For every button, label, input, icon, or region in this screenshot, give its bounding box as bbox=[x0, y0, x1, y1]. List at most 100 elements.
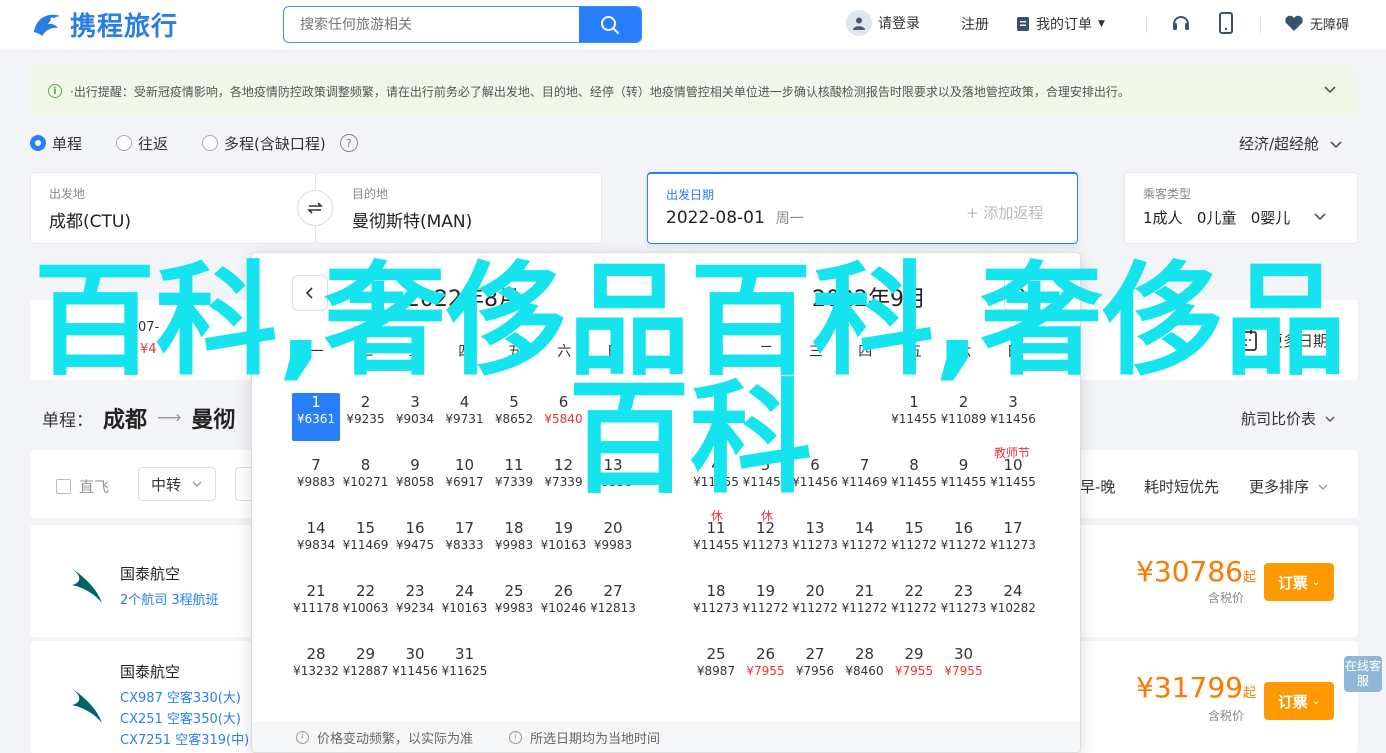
radio-round-trip[interactable]: 往返 bbox=[116, 133, 168, 154]
airline-compare-link[interactable]: 航司比价表 bbox=[1241, 408, 1336, 429]
calendar-day[interactable]: 20 ¥9983 bbox=[589, 519, 637, 567]
sort-more-label: 更多排序 bbox=[1249, 478, 1310, 496]
day-number: 1 bbox=[909, 393, 919, 411]
flight-segment[interactable]: CX7251 空客319(中) bbox=[120, 729, 249, 748]
day-number: 2 bbox=[958, 393, 969, 411]
day-number: 4 bbox=[711, 456, 721, 474]
day-number: 6 bbox=[810, 456, 820, 474]
help-icon[interactable]: ? bbox=[339, 134, 358, 152]
add-return-button[interactable]: + 添加返程 bbox=[966, 202, 1043, 223]
field-label: 目的地 bbox=[352, 187, 389, 201]
ctrip-logo[interactable]: 携程旅行 bbox=[30, 6, 178, 43]
rest-tag: 休 bbox=[761, 509, 774, 523]
swap-cities-button[interactable] bbox=[297, 190, 333, 226]
weekday: 二 bbox=[759, 344, 774, 360]
day-number: 27 bbox=[603, 582, 623, 600]
swap-arrows-icon bbox=[307, 202, 323, 214]
phone-icon bbox=[1219, 12, 1233, 34]
login-label: 请登录 bbox=[878, 16, 920, 32]
chevron-down-icon bbox=[1318, 483, 1328, 490]
arrow-right-icon: ⟶ bbox=[157, 408, 182, 428]
field-value: 1成人 0儿童 0婴儿 bbox=[1143, 209, 1291, 227]
cathay-logo-icon bbox=[70, 687, 102, 723]
day-number: 12 bbox=[553, 456, 574, 474]
transfer-filter[interactable]: 中转 bbox=[138, 467, 217, 501]
online-service-tab[interactable]: 在线客服 bbox=[1344, 656, 1382, 692]
sort-shortest[interactable]: 耗时短优先 bbox=[1144, 476, 1219, 497]
route-to: 曼彻 bbox=[191, 408, 236, 433]
day-number: 20 bbox=[805, 582, 825, 600]
departure-date-field[interactable]: 出发日期 2022-08-01 周一 + 添加返程 bbox=[647, 172, 1078, 244]
calendar-day[interactable]: 3 ¥11456 bbox=[989, 393, 1037, 441]
calendar-day[interactable]: 17 ¥11273 bbox=[989, 519, 1037, 567]
weekday: 三 bbox=[408, 344, 423, 360]
day-number: 16 bbox=[953, 519, 974, 537]
day-number: 30 bbox=[953, 645, 974, 663]
strip-date[interactable]: 07- bbox=[138, 320, 159, 335]
prev-month-button[interactable] bbox=[292, 275, 328, 311]
radio-multi-city[interactable]: 多程(含缺口程) bbox=[202, 133, 326, 154]
my-orders-menu[interactable]: 我的订单 ▼ bbox=[1016, 14, 1105, 34]
register-link[interactable]: 注册 bbox=[961, 14, 989, 34]
book-button[interactable]: 订票 ⌄ bbox=[1264, 563, 1334, 601]
more-dates-button[interactable]: 更多日期 bbox=[1234, 328, 1328, 352]
day-number: 23 bbox=[405, 582, 425, 600]
calendar-day[interactable]: 30 ¥7955 bbox=[940, 645, 988, 693]
day-number: 24 bbox=[1003, 582, 1023, 600]
top-header: 携程旅行 请登录 注册 我的订单 ▼ 无障碍 bbox=[0, 0, 1386, 50]
dolphin-logo-icon bbox=[34, 14, 60, 36]
search-icon bbox=[601, 15, 620, 34]
tax-note: 含税价 bbox=[1207, 591, 1244, 605]
calendar-day[interactable]: 10 ¥11455 bbox=[989, 456, 1037, 504]
search-input[interactable] bbox=[284, 7, 580, 42]
calendar-day[interactable]: 27 ¥12813 bbox=[589, 582, 637, 630]
day-number: 28 bbox=[854, 645, 875, 663]
direct-only-checkbox[interactable]: 直飞 bbox=[56, 476, 109, 497]
flight-segment[interactable]: CX251 空客350(大) bbox=[120, 708, 241, 727]
day-number: 22 bbox=[904, 582, 924, 600]
day-price: ¥12813 bbox=[590, 601, 636, 615]
next-month-button[interactable] bbox=[1004, 275, 1040, 311]
day-number: 1 bbox=[311, 393, 321, 411]
airline-detail[interactable]: 2个航司 3程航班 bbox=[120, 589, 219, 608]
calendar-day[interactable]: 6 ¥5840 bbox=[540, 393, 588, 441]
radio-label: 往返 bbox=[138, 134, 169, 153]
day-price: ¥11456 bbox=[990, 412, 1036, 426]
mobile-app-button[interactable] bbox=[1218, 12, 1234, 34]
field-label: 乘客类型 bbox=[1143, 187, 1192, 201]
passenger-type-field[interactable]: 乘客类型 1成人 0儿童 0婴儿 bbox=[1124, 172, 1358, 244]
weekday: 五 bbox=[907, 344, 922, 360]
strip-price: ¥4 bbox=[140, 342, 157, 357]
info-icon: i bbox=[296, 730, 309, 744]
day-number: 14 bbox=[306, 519, 326, 537]
order-icon bbox=[1017, 17, 1029, 31]
day-number: 14 bbox=[854, 519, 875, 537]
calendar-day[interactable]: 24 ¥10282 bbox=[989, 582, 1037, 630]
day-number: 9 bbox=[958, 456, 969, 474]
accessibility-label: 无障碍 bbox=[1310, 18, 1350, 33]
book-button[interactable]: 订票 ⌄ bbox=[1264, 682, 1334, 720]
calendar-day[interactable]: 31 ¥11625 bbox=[441, 645, 489, 693]
day-number: 25 bbox=[504, 582, 524, 600]
day-price: ¥10282 bbox=[990, 601, 1036, 615]
day-number: 4 bbox=[459, 393, 470, 411]
day-number: 17 bbox=[1003, 519, 1023, 537]
search-button[interactable] bbox=[579, 7, 641, 42]
sort-more[interactable]: 更多排序 bbox=[1249, 476, 1329, 497]
radio-one-way[interactable]: 单程 bbox=[30, 133, 82, 154]
sort-early-late[interactable]: 早-晚 bbox=[1080, 476, 1115, 497]
calendar-day[interactable]: 13 ¥9556 bbox=[589, 456, 637, 504]
calendar-footer: i 价格变动频繁，以实际为准 i 所选日期均为当地时间 bbox=[252, 722, 1080, 752]
weekday: 一 bbox=[709, 344, 724, 360]
cabin-class-select[interactable]: 经济/超经舱 bbox=[1239, 133, 1343, 154]
flight-segment[interactable]: CX987 空客330(大) bbox=[120, 687, 241, 706]
departure-city-field[interactable]: 出发地 成都(CTU) bbox=[30, 172, 316, 244]
arrival-city-field[interactable]: 目的地 曼彻斯特(MAN) bbox=[315, 172, 602, 244]
chevron-down-icon[interactable] bbox=[1322, 81, 1338, 97]
customer-service-button[interactable] bbox=[1170, 12, 1192, 34]
calendar-icon bbox=[1235, 329, 1257, 351]
login-link[interactable]: 请登录 bbox=[846, 10, 920, 36]
day-number: 15 bbox=[355, 519, 376, 537]
accessibility-link[interactable]: 无障碍 bbox=[1284, 14, 1349, 33]
weekday: 六 bbox=[957, 344, 972, 360]
